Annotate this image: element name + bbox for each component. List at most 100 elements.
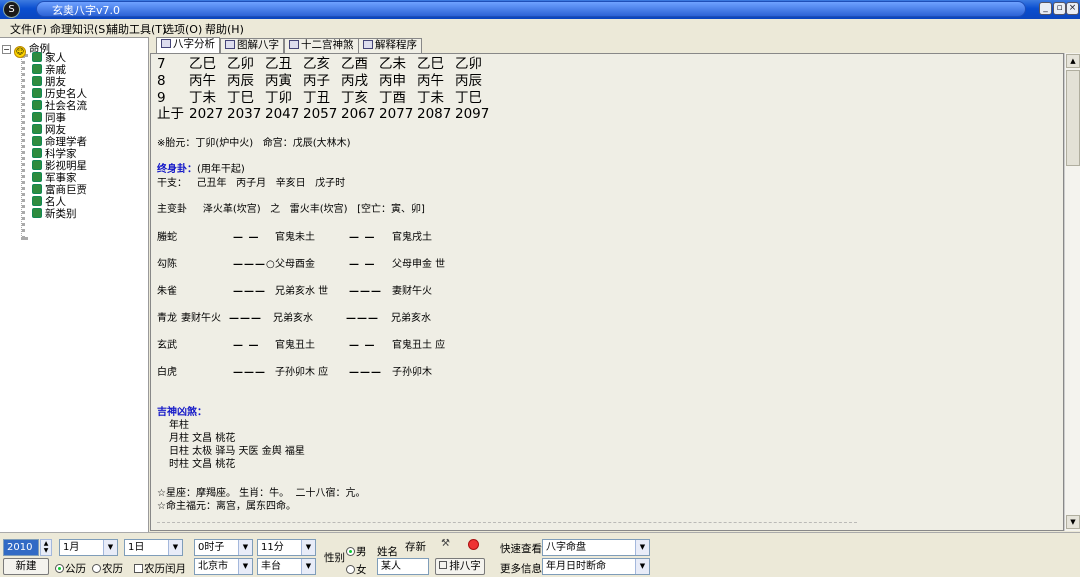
changed-yao-label: 官鬼戌土	[392, 232, 432, 243]
scroll-up-icon[interactable]: ▲	[1066, 54, 1080, 68]
year-spinner[interactable]: 2010	[3, 539, 39, 556]
shensha-month: 月柱 文昌 桃花	[169, 433, 236, 444]
changed-yao-symbol: — —	[349, 259, 376, 270]
tree-item-historical[interactable]: 历史名人	[32, 88, 87, 100]
dayun-cell: 丁酉	[379, 90, 406, 106]
tree-item-friends[interactable]: 朋友	[32, 76, 66, 88]
tree-item-family[interactable]: 家人	[32, 52, 66, 64]
tree-item-label: 命理学者	[45, 136, 87, 148]
dropdown-arrow-icon[interactable]: ▼	[103, 540, 117, 555]
tree-item-scholars[interactable]: 命理学者	[32, 136, 87, 148]
tab-graphic-bazi[interactable]: 图解八字	[220, 38, 284, 53]
dayun-cell: 丁亥	[341, 90, 368, 106]
scroll-thumb[interactable]	[1066, 70, 1080, 166]
dayun-cell: 2057	[303, 106, 338, 122]
primary-yao-symbol: ———	[229, 313, 262, 324]
dropdown-arrow-icon[interactable]: ▼	[238, 559, 252, 574]
dayun-row-label: 7	[157, 56, 166, 72]
close-button[interactable]: ×	[1066, 2, 1079, 15]
female-radio[interactable]: 女	[346, 562, 367, 577]
tree-item-relatives[interactable]: 亲戚	[32, 64, 66, 76]
primary-yao-label: 兄弟亥水	[273, 313, 313, 324]
pai-bazi-button[interactable]: 排八字	[435, 558, 485, 575]
new-button[interactable]: 新建	[3, 558, 49, 575]
menu-tools[interactable]: 辅助工具(T)	[107, 21, 166, 37]
tab-bazi-analysis[interactable]: 八字分析	[156, 37, 220, 53]
guaxiang-line: 主变卦 泽火革(坎宫) 之 雷火丰(坎宫) [空亡：寅、卯]	[157, 204, 425, 215]
app-icon[interactable]: S	[3, 1, 20, 18]
dropdown-arrow-icon[interactable]: ▼	[301, 559, 315, 574]
tree-item-military[interactable]: 军事家	[32, 172, 77, 184]
input-panel: 2010 ▲ ▼ 1月 ▼ 1日 ▼ 0时子 ▼ 11分 ▼ 新建 公历 农历 农历闰月 …	[0, 532, 1080, 577]
dropdown-arrow-icon[interactable]: ▼	[238, 540, 252, 555]
vertical-scrollbar[interactable]: ▲ ▼	[1064, 53, 1080, 531]
minute-value: 11分	[261, 542, 284, 553]
tree-item-newcat[interactable]: 新类别	[32, 208, 77, 220]
city-select[interactable]: 北京市 ▼	[194, 558, 253, 575]
quick-view-value: 八字命盘	[546, 542, 586, 553]
scroll-down-icon[interactable]: ▼	[1066, 515, 1080, 529]
tree-item-scientists[interactable]: 科学家	[32, 148, 77, 160]
dayun-cell: 丁巳	[455, 90, 482, 106]
quick-view-select[interactable]: 八字命盘 ▼	[542, 539, 650, 556]
tool-icon[interactable]: ⚒	[441, 538, 453, 550]
name-input[interactable]: 某人	[377, 558, 429, 575]
tab-interpreter[interactable]: 解释程序	[358, 38, 422, 53]
dropdown-arrow-icon[interactable]: ▼	[301, 540, 315, 555]
six-god-label: 朱雀	[157, 286, 177, 297]
six-god-label: 青龙	[157, 313, 177, 324]
primary-yao-symbol: ———	[233, 286, 266, 297]
dayun-cell: 乙丑	[265, 56, 292, 72]
analysis-panel[interactable]: 7 乙巳 乙卯 乙丑 乙亥 乙酉 乙未 乙巳 乙卯 8 丙午 丙辰 丙寅 丙子 丙戌 丙申 丙午 丙辰 9 丁未 丁巳丁…	[150, 53, 1064, 531]
restore-button[interactable]: ▫	[1053, 2, 1066, 15]
changed-yao-label: 官鬼丑土 应	[392, 340, 446, 351]
month-select[interactable]: 1月 ▼	[59, 539, 118, 556]
tree-item-netfriends[interactable]: 网友	[32, 124, 66, 136]
minimize-button[interactable]: _	[1039, 2, 1052, 15]
more-info-select[interactable]: 年月日时断命 ▼	[542, 558, 650, 575]
taiyuan-line: ※胎元：丁卯(炉中火) 命宫：戊辰(大林木)	[157, 138, 351, 149]
tab-label: 图解八字	[237, 39, 279, 51]
shensha-hour: 时柱 文昌 桃花	[169, 459, 236, 470]
document-icon	[161, 39, 171, 48]
contact-icon	[32, 88, 42, 98]
changed-yao-symbol: ———	[349, 286, 382, 297]
dayun-cell: 乙巳	[417, 56, 444, 72]
menu-knowledge[interactable]: 命理知识(S)	[50, 21, 110, 37]
hour-select[interactable]: 0时子 ▼	[194, 539, 253, 556]
tree-item-famous[interactable]: 名人	[32, 196, 66, 208]
changed-yao-symbol: ———	[349, 367, 382, 378]
dayun-cell: 丁未	[417, 90, 444, 106]
dropdown-arrow-icon[interactable]: ▼	[635, 559, 649, 574]
male-radio[interactable]: 男	[346, 544, 367, 559]
shensha-day: 日柱 太极 驿马 天医 金舆 福星	[169, 446, 305, 457]
dropdown-arrow-icon[interactable]: ▼	[168, 540, 182, 555]
male-label: 男	[356, 546, 367, 558]
tree-item-label: 军事家	[45, 172, 77, 184]
xingzuo-line: ☆星座：摩羯座。 生肖：牛。 二十八宿：亢。	[157, 488, 366, 499]
primary-yao-label: 子孙卯木 应	[275, 367, 329, 378]
tree-item-merchants[interactable]: 富商巨贾	[32, 184, 87, 196]
six-god-label: 勾陈	[157, 259, 177, 270]
dayun-row-label: 止于	[157, 106, 184, 122]
collapse-icon[interactable]: −	[2, 45, 11, 54]
day-select[interactable]: 1日 ▼	[124, 539, 183, 556]
tree-item-colleagues[interactable]: 同事	[32, 112, 66, 124]
menu-help[interactable]: 帮助(H)	[205, 21, 244, 37]
day-value: 1日	[128, 542, 145, 553]
tree-item-stars[interactable]: 影视明星	[32, 160, 87, 172]
menu-options[interactable]: 选项(O)	[163, 21, 202, 37]
year-spin-arrows-icon[interactable]: ▲ ▼	[40, 539, 52, 556]
contact-icon	[32, 136, 42, 146]
dropdown-arrow-icon[interactable]: ▼	[635, 540, 649, 555]
save-new-button[interactable]: 存新	[405, 539, 426, 554]
tree-item-celebrities[interactable]: 社会名流	[32, 100, 87, 112]
district-select[interactable]: 丰台 ▼	[257, 558, 316, 575]
tab-twelve-palaces[interactable]: 十二宫神煞	[284, 38, 359, 53]
title-bar: S 玄奥八字v7.0 _ ▫ ×	[0, 0, 1080, 19]
changed-yao-symbol: ———	[346, 313, 379, 324]
menu-file[interactable]: 文件(F)	[10, 21, 47, 37]
stop-icon[interactable]	[468, 539, 479, 550]
minute-select[interactable]: 11分 ▼	[257, 539, 316, 556]
contact-icon	[32, 52, 42, 62]
